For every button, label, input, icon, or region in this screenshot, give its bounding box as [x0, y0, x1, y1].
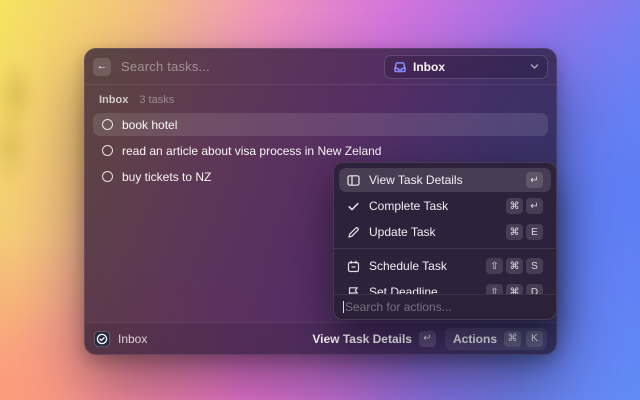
search-input[interactable]: Search tasks...: [121, 59, 210, 74]
cmd-keycap: ⌘: [506, 258, 523, 274]
e-keycap: E: [526, 224, 543, 240]
cmd-keycap: ⌘: [506, 224, 523, 240]
pencil-icon: [347, 226, 360, 239]
app-logo-icon: [94, 331, 110, 347]
header: ← Search tasks... Inbox: [85, 49, 556, 85]
menu-item-label: Complete Task: [369, 199, 448, 213]
menu-item-complete-task[interactable]: Complete Task ⌘ ↵: [339, 194, 551, 218]
return-keycap: ↵: [526, 198, 543, 214]
footer: Inbox View Task Details ↵ Actions ⌘ K: [85, 322, 556, 354]
menu-search-input[interactable]: Search for actions...: [334, 294, 556, 319]
menu-item-schedule-task[interactable]: Schedule Task ⇧ ⌘ S: [339, 254, 551, 278]
shift-keycap: ⇧: [486, 258, 503, 274]
section-title: Inbox: [99, 94, 128, 106]
menu-divider: [334, 248, 556, 249]
task-label: book hotel: [122, 118, 177, 132]
actions-button-label: Actions: [453, 332, 497, 346]
menu-search-placeholder: Search for actions...: [345, 300, 452, 314]
list-dropdown[interactable]: Inbox: [384, 55, 548, 79]
section-count: 3 tasks: [139, 94, 174, 106]
actions-button[interactable]: Actions ⌘ K: [445, 328, 547, 350]
panel-icon: [347, 174, 360, 187]
return-keycap: ↵: [419, 331, 436, 347]
check-icon: [347, 200, 360, 213]
task-checkbox-icon[interactable]: [102, 145, 113, 156]
menu-item-label: Schedule Task: [369, 259, 447, 273]
chevron-down-icon: [530, 62, 539, 71]
primary-action-label: View Task Details: [312, 332, 412, 346]
footer-context-label: Inbox: [118, 332, 147, 346]
list-dropdown-label: Inbox: [413, 60, 445, 74]
task-checkbox-icon[interactable]: [102, 171, 113, 182]
background-map-blob: [0, 55, 52, 185]
k-keycap: K: [526, 331, 543, 347]
task-label: read an article about visa process in Ne…: [122, 144, 381, 158]
task-checkbox-icon[interactable]: [102, 119, 113, 130]
cmd-keycap: ⌘: [506, 198, 523, 214]
cmd-keycap: ⌘: [504, 331, 521, 347]
menu-item-update-task[interactable]: Update Task ⌘ E: [339, 220, 551, 244]
menu-item-label: Update Task: [369, 225, 436, 239]
menu-item-label: View Task Details: [369, 173, 463, 187]
calendar-icon: [347, 260, 360, 273]
s-keycap: S: [526, 258, 543, 274]
return-keycap: ↵: [526, 172, 543, 188]
text-caret: [343, 301, 344, 313]
actions-menu-popup: View Task Details ↵ Complete Task ⌘ ↵: [333, 162, 557, 320]
primary-action-button[interactable]: View Task Details ↵: [312, 331, 436, 347]
inbox-icon: [393, 60, 407, 74]
task-row-read-article[interactable]: read an article about visa process in Ne…: [93, 139, 548, 162]
task-label: buy tickets to NZ: [122, 170, 211, 184]
menu-item-view-task-details[interactable]: View Task Details ↵: [339, 168, 551, 192]
back-arrow-icon: ←: [97, 60, 108, 72]
task-row-book-hotel[interactable]: book hotel: [93, 113, 548, 136]
back-button[interactable]: ←: [93, 58, 111, 76]
section-header: Inbox 3 tasks: [93, 94, 548, 106]
